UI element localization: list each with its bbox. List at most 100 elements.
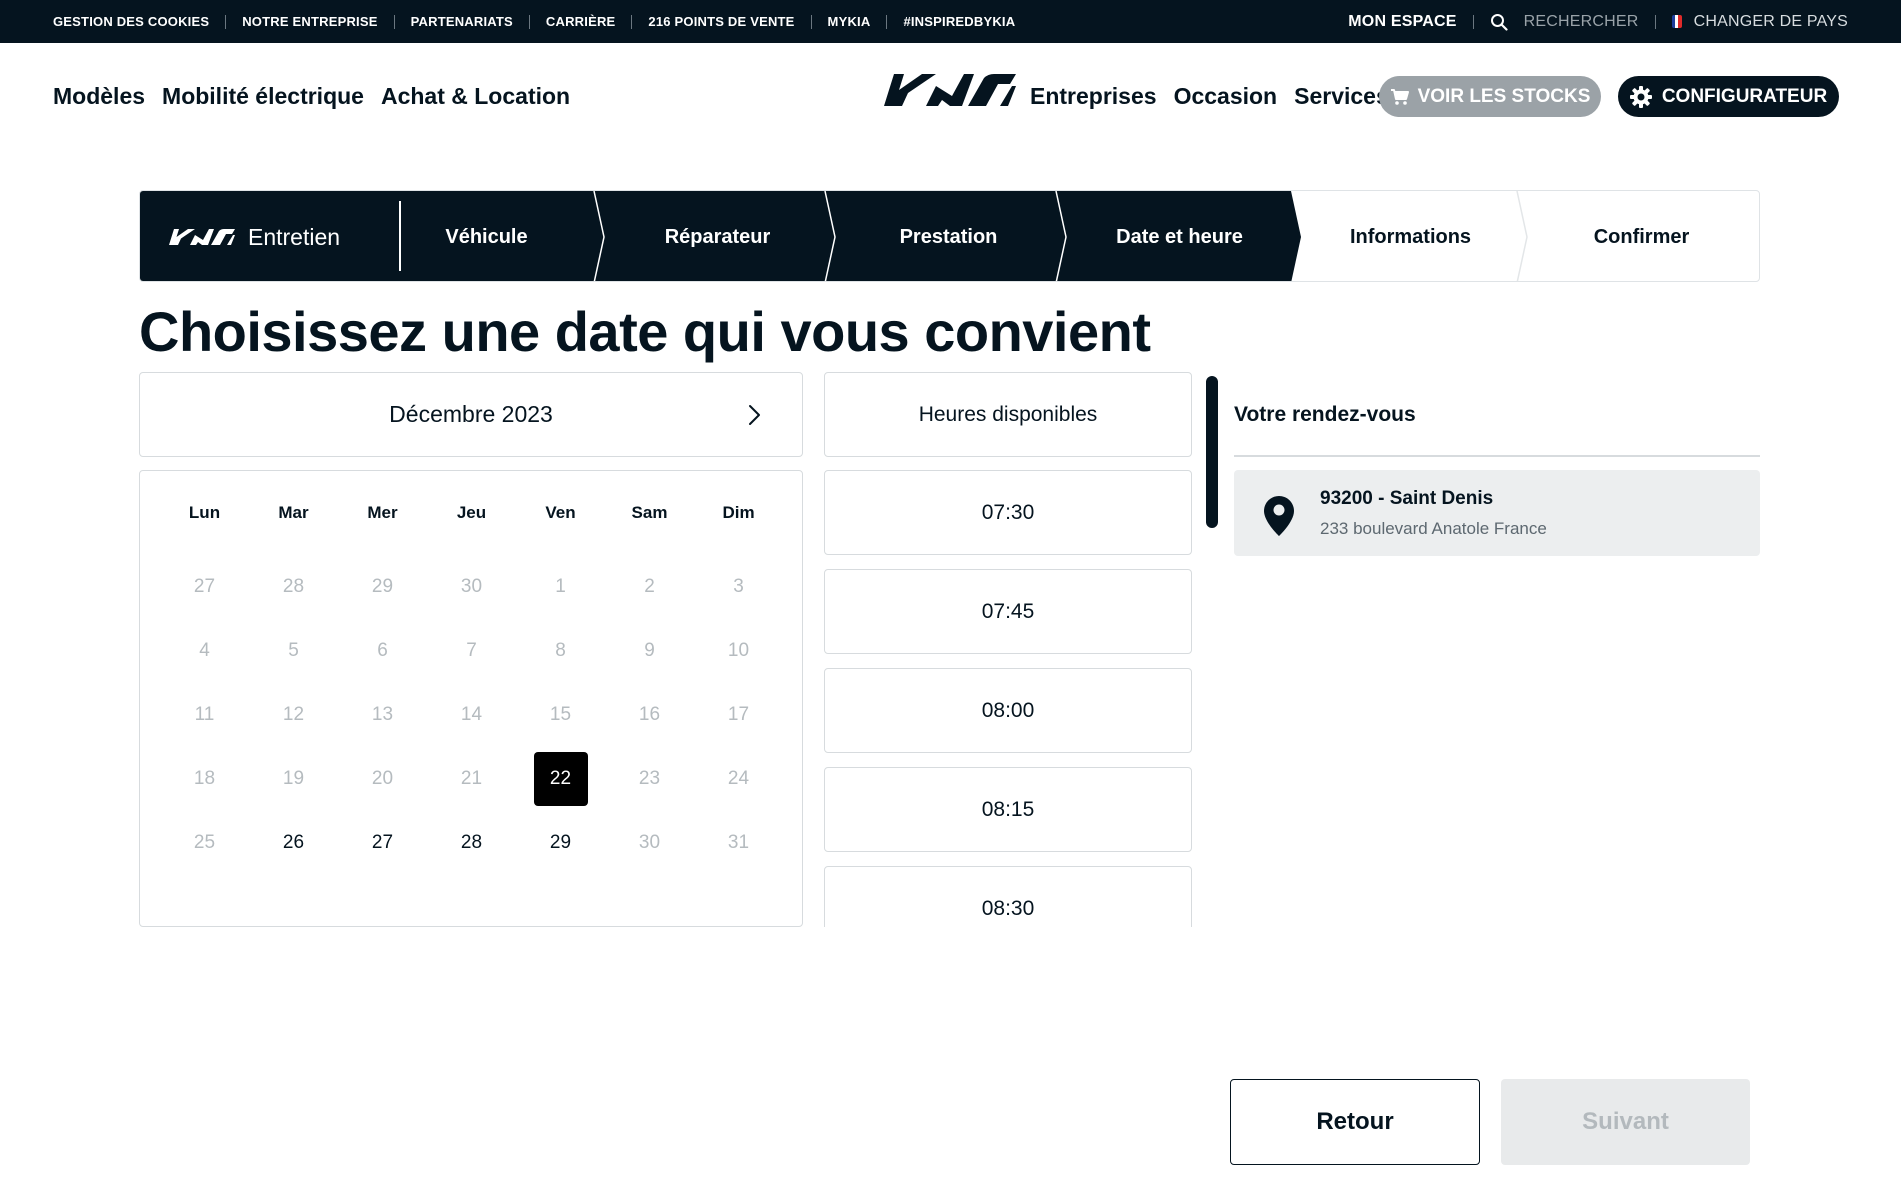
calendar-week: 25 26 27 28 29 30 31 bbox=[160, 811, 784, 875]
calendar-day: 24 bbox=[694, 747, 783, 811]
chevron-right-icon[interactable] bbox=[744, 403, 764, 427]
calendar-day: 5 bbox=[249, 619, 338, 683]
utility-actions: MON ESPACE RECHERCHER CHANGER DE PAYS bbox=[1348, 13, 1848, 31]
calendar-day: 17 bbox=[694, 683, 783, 747]
calendar-day: 20 bbox=[338, 747, 427, 811]
calendar-day-number: 13 bbox=[371, 704, 394, 725]
utility-link-company[interactable]: NOTRE ENTREPRISE bbox=[242, 14, 377, 29]
weekday-label: Dim bbox=[722, 503, 755, 522]
step-repairer[interactable]: Réparateur bbox=[602, 191, 833, 281]
calendar-day: 15 bbox=[516, 683, 605, 747]
calendar-day: 14 bbox=[427, 683, 516, 747]
time-slot[interactable]: 08:15 bbox=[824, 767, 1192, 852]
calendar-day[interactable]: 28 bbox=[427, 811, 516, 875]
calendar-day-number: 19 bbox=[282, 768, 305, 789]
utility-link-mykia[interactable]: MYKIA bbox=[828, 14, 871, 29]
kia-logo[interactable] bbox=[882, 72, 1018, 108]
utility-link-inspired[interactable]: #INSPIREDBYKIA bbox=[903, 14, 1015, 29]
utility-link-cookies[interactable]: GESTION DES COOKIES bbox=[53, 14, 209, 29]
separator bbox=[1654, 14, 1656, 29]
nav-item-models[interactable]: Modèles bbox=[53, 83, 145, 110]
time-slot[interactable]: 07:45 bbox=[824, 569, 1192, 654]
calendar-day: 3 bbox=[694, 555, 783, 619]
calendar-day[interactable]: 29 bbox=[516, 811, 605, 875]
calendar-week: 27 28 29 30 1 2 3 bbox=[160, 555, 784, 619]
utility-link-partnerships[interactable]: PARTENARIATS bbox=[411, 14, 513, 29]
nav-item-electric[interactable]: Mobilité électrique bbox=[162, 83, 364, 110]
calendar-day-number: 15 bbox=[549, 704, 572, 725]
calendar-day-number: 29 bbox=[549, 832, 572, 853]
calendar-day-number: 28 bbox=[460, 832, 483, 853]
view-stock-label: VOIR LES STOCKS bbox=[1417, 85, 1591, 107]
calendar-day-number: 2 bbox=[644, 576, 655, 597]
calendar-day: 27 bbox=[160, 555, 249, 619]
nav-item-purchase[interactable]: Achat & Location bbox=[381, 83, 570, 110]
weekday-label: Sam bbox=[631, 503, 668, 522]
step-service[interactable]: Prestation bbox=[833, 191, 1064, 281]
separator bbox=[393, 14, 395, 29]
nav-item-services[interactable]: Services bbox=[1294, 83, 1389, 110]
calendar-day-number: 3 bbox=[733, 576, 744, 597]
calendar-day-number: 20 bbox=[371, 768, 394, 789]
calendar-day: 6 bbox=[338, 619, 427, 683]
change-country-link[interactable]: CHANGER DE PAYS bbox=[1694, 13, 1848, 31]
calendar-day-number: 27 bbox=[193, 576, 216, 597]
calendar-day: 13 bbox=[338, 683, 427, 747]
configurator-button[interactable]: CONFIGURATEUR bbox=[1618, 76, 1839, 117]
nav-item-business[interactable]: Entreprises bbox=[1030, 83, 1157, 110]
account-link[interactable]: MON ESPACE bbox=[1348, 13, 1456, 31]
calendar-day: 21 bbox=[427, 747, 516, 811]
step-date-time[interactable]: Date et heure bbox=[1064, 191, 1295, 281]
next-button[interactable]: Suivant bbox=[1501, 1079, 1750, 1165]
calendar-day: 30 bbox=[605, 811, 694, 875]
separator bbox=[631, 14, 633, 29]
calendar-day-number: 1 bbox=[555, 576, 566, 597]
calendar: Lun Mar Mer Jeu Ven Sam Dim 27 28 29 30 1 2 3 4… bbox=[139, 470, 803, 927]
calendar-day: 1 bbox=[516, 555, 605, 619]
calendar-day-number: 14 bbox=[460, 704, 483, 725]
utility-link-dealers[interactable]: 216 POINTS DE VENTE bbox=[648, 14, 794, 29]
step-information: Informations bbox=[1349, 225, 1472, 248]
stepper-brand: Entretien bbox=[168, 191, 401, 281]
calendar-day: 18 bbox=[160, 747, 249, 811]
scrollbar-thumb[interactable] bbox=[1206, 376, 1218, 528]
utility-bar: GESTION DES COOKIES NOTRE ENTREPRISE PAR… bbox=[0, 0, 1901, 43]
calendar-day-number: 5 bbox=[288, 640, 299, 661]
calendar-day-number: 22 bbox=[533, 752, 588, 806]
configurator-label: CONFIGURATEUR bbox=[1661, 85, 1828, 107]
calendar-day: 28 bbox=[249, 555, 338, 619]
kia-logo-small bbox=[169, 229, 235, 245]
calendar-day[interactable]: 26 bbox=[249, 811, 338, 875]
calendar-day: 10 bbox=[694, 619, 783, 683]
calendar-day: 30 bbox=[427, 555, 516, 619]
view-stock-button[interactable]: VOIR LES STOCKS bbox=[1379, 76, 1601, 117]
step-vehicle[interactable]: Véhicule bbox=[371, 191, 602, 281]
calendar-day-number: 30 bbox=[638, 832, 661, 853]
search-icon[interactable] bbox=[1490, 13, 1508, 31]
calendar-day-number: 10 bbox=[727, 640, 750, 661]
page-title: Choisissez une date qui vous convient bbox=[139, 300, 1151, 363]
back-button[interactable]: Retour bbox=[1230, 1079, 1480, 1165]
calendar-day-number: 28 bbox=[282, 576, 305, 597]
step-confirm: Confirmer bbox=[1593, 225, 1690, 248]
weekday-label: Lun bbox=[188, 503, 221, 522]
calendar-day: 9 bbox=[605, 619, 694, 683]
separator bbox=[225, 14, 227, 29]
time-slot[interactable]: 08:30 bbox=[824, 866, 1192, 927]
calendar-day: 12 bbox=[249, 683, 338, 747]
calendar-weeks: 27 28 29 30 1 2 3 4 5 6 7 8 9 10 11 12 13 14 15 16 17 18 19 20 2… bbox=[160, 555, 784, 875]
calendar-day-number: 18 bbox=[193, 768, 216, 789]
calendar-day: 19 bbox=[249, 747, 338, 811]
time-slot[interactable]: 08:00 bbox=[824, 668, 1192, 753]
calendar-day-selected[interactable]: 22 bbox=[516, 747, 605, 811]
calendar-day[interactable]: 27 bbox=[338, 811, 427, 875]
nav-item-used[interactable]: Occasion bbox=[1174, 83, 1278, 110]
calendar-week: 18 19 20 21 22 23 24 bbox=[160, 747, 784, 811]
calendar-day: 2 bbox=[605, 555, 694, 619]
search-link[interactable]: RECHERCHER bbox=[1524, 13, 1639, 31]
available-hours-header: Heures disponibles bbox=[824, 372, 1192, 457]
time-slot[interactable]: 07:30 bbox=[824, 470, 1192, 555]
utility-link-careers[interactable]: CARRIÈRE bbox=[546, 14, 616, 29]
calendar-day-number: 7 bbox=[466, 640, 477, 661]
nav-right: Entreprises Occasion Services bbox=[1030, 83, 1389, 110]
